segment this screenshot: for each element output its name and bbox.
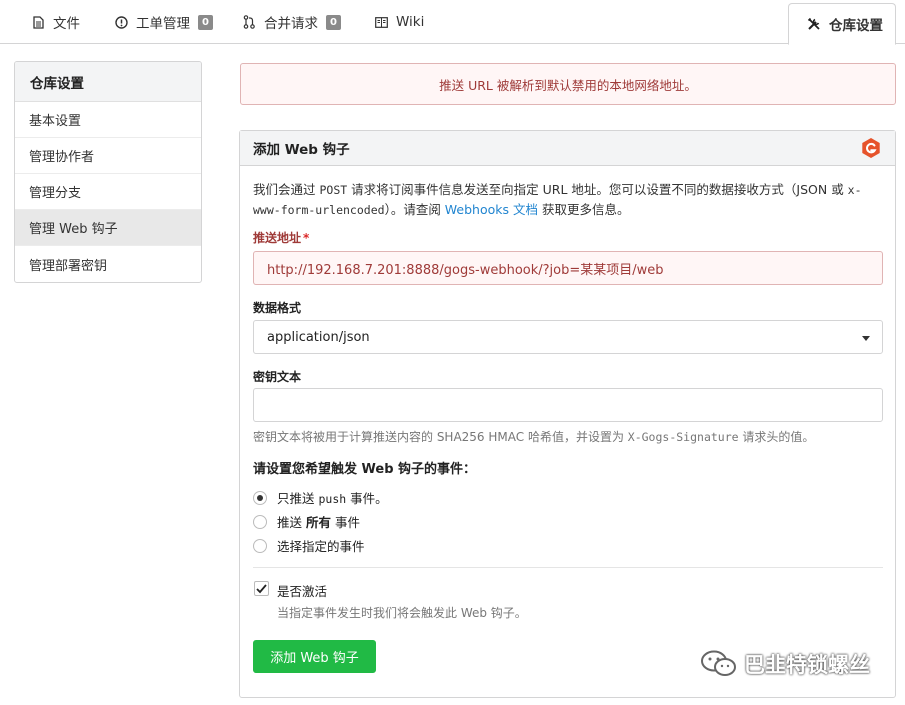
form-title: 添加 Web 钩子 (253, 142, 350, 158)
content-type-select[interactable]: application/json (253, 320, 883, 354)
hint-text: 密钥文本将被用于计算推送内容的 SHA256 HMAC 哈希值，并设置为 (253, 430, 628, 444)
pull-request-icon (242, 15, 256, 29)
sidebar-item-branches[interactable]: 管理分支 (15, 174, 201, 210)
secret-hint: 密钥文本将被用于计算推送内容的 SHA256 HMAC 哈希值，并设置为 X-G… (253, 428, 814, 445)
sidebar-item-options[interactable]: 基本设置 (15, 102, 201, 138)
select-value: application/json (267, 329, 370, 345)
tab-label: 合并请求 (264, 16, 318, 32)
issue-count-badge: 0 (198, 14, 213, 30)
file-icon (31, 15, 45, 29)
required-mark: * (303, 231, 310, 245)
wechat-icon (701, 650, 736, 676)
active-label: 是否激活 (277, 584, 328, 599)
sidebar-item-webhooks[interactable]: 管理 Web 钩子 (15, 210, 201, 246)
sidebar-item-collaborators[interactable]: 管理协作者 (15, 138, 201, 174)
desc-code: POST (319, 183, 348, 197)
desc-text: 请求将订阅事件信息发送至向指定 URL 地址。您可以设置不同的数据接收方式（JS… (347, 182, 848, 197)
watermark: 巴韭特锁螺丝 (700, 649, 870, 679)
checkmark-icon (256, 583, 267, 593)
event-option-push[interactable]: 只推送 push 事件。 (253, 488, 388, 507)
error-alert: 推送 URL 被解析到默认禁用的本地网络地址。 (240, 63, 896, 105)
tools-icon (807, 17, 821, 31)
option-label: 推送 所有 事件 (277, 512, 360, 531)
add-webhook-button[interactable]: 添加 Web 钩子 (253, 640, 376, 673)
radio-button[interactable] (253, 538, 267, 553)
watermark-text: 巴韭特锁螺丝 (744, 653, 870, 677)
webhook-form: 添加 Web 钩子 我们会通过 POST 请求将订阅事件信息发送至向指定 URL… (239, 130, 896, 698)
dropdown-caret-icon (862, 336, 870, 341)
option-text: 推送 (277, 515, 306, 530)
radio-button[interactable] (253, 514, 267, 529)
option-text: 所有 (305, 515, 331, 530)
option-text: 只推送 (277, 491, 319, 506)
hint-code: X-Gogs-Signature (627, 430, 739, 444)
tab-label: 文件 (53, 16, 80, 32)
gogs-logo-icon (862, 138, 880, 158)
tab-issues[interactable]: 工单管理 0 (114, 0, 213, 44)
option-label: 选择指定的事件 (277, 539, 365, 554)
hint-text: 请求头的值。 (738, 430, 815, 444)
form-description: 我们会通过 POST 请求将订阅事件信息发送至向指定 URL 地址。您可以设置不… (253, 180, 883, 220)
desc-text: ）。请查阅 (384, 202, 445, 217)
issue-icon (114, 15, 128, 29)
active-hint: 当指定事件发生时我们将会触发此 Web 钩子。 (277, 606, 527, 620)
event-option-choose[interactable]: 选择指定的事件 (253, 536, 365, 555)
divider (253, 567, 883, 568)
tab-label: 仓库设置 (829, 18, 883, 34)
payload-url-input[interactable]: http://192.168.7.201:8888/gogs-webhook/?… (253, 251, 883, 285)
payload-url-label: 推送地址 * (253, 229, 309, 246)
active-checkbox[interactable] (254, 581, 269, 596)
tab-label: 工单管理 (136, 16, 190, 32)
secret-label: 密钥文本 (253, 370, 302, 384)
tab-wiki[interactable]: Wiki (374, 0, 424, 44)
sidebar-title: 仓库设置 (15, 62, 201, 102)
option-text: 事件 (331, 515, 360, 530)
secret-input[interactable] (253, 388, 883, 422)
settings-sidebar: 仓库设置 基本设置 管理协作者 管理分支 管理 Web 钩子 管理部署密钥 (14, 61, 202, 283)
pull-request-count-badge: 0 (326, 14, 341, 30)
book-icon (374, 15, 388, 29)
input-value: http://192.168.7.201:8888/gogs-webhook/?… (267, 262, 664, 278)
content-type-label: 数据格式 (253, 301, 302, 315)
tab-files[interactable]: 文件 (31, 0, 80, 44)
desc-text: 获取更多信息。 (538, 202, 630, 217)
form-header: 添加 Web 钩子 (240, 131, 895, 166)
radio-button[interactable] (253, 490, 267, 505)
tab-label: Wiki (396, 14, 425, 30)
sidebar-item-deploy-keys[interactable]: 管理部署密钥 (15, 246, 201, 282)
webhooks-docs-link[interactable]: Webhooks 文档 (445, 202, 538, 217)
repo-tab-bar: 文件 工单管理 0 合并请求 0 Wiki 仓库设置 (0, 0, 905, 45)
option-code: push (318, 492, 347, 506)
label-text: 推送地址 (253, 231, 302, 245)
option-text: 事件。 (346, 491, 388, 506)
event-option-all[interactable]: 推送 所有 事件 (253, 512, 360, 531)
tab-pull-requests[interactable]: 合并请求 0 (242, 0, 341, 44)
tab-settings[interactable]: 仓库设置 (788, 3, 896, 45)
option-label: 只推送 push 事件。 (277, 488, 388, 507)
desc-text: 我们会通过 (253, 182, 320, 197)
events-label: 请设置您希望触发 Web 钩子的事件： (253, 462, 477, 477)
